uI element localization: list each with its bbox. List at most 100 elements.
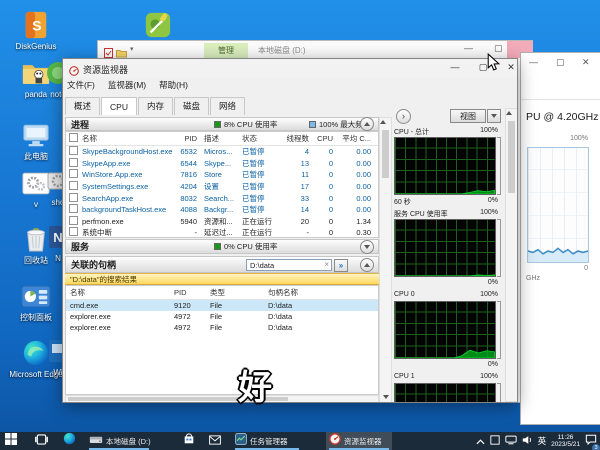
- resource-monitor-window[interactable]: 资源监视器 — ▢ ✕ 文件(F) 监视器(M) 帮助(H) 概述 CPU 内存 磁盘 网络…: [62, 58, 518, 403]
- column-header-3[interactable]: 状态: [242, 133, 284, 144]
- row-select-cell[interactable]: [66, 227, 82, 237]
- tab-内存[interactable]: 内存: [137, 97, 173, 115]
- process-row[interactable]: WinStore.App.exe 7816 Store 已暂停 11 0 0.00: [66, 169, 378, 181]
- horizontal-scrollbar[interactable]: [65, 395, 379, 402]
- column-header-3[interactable]: 句柄名称: [268, 287, 378, 298]
- process-row[interactable]: backgroundTaskHost.exe 4088 Backgr... 已暂停 14…: [66, 204, 378, 216]
- task-manager-window[interactable]: — ▢ ✕ PU @ 4.20GHz 100% 0 GHz: [520, 52, 600, 425]
- handle-row[interactable]: explorer.exe 4972 File D:\data: [66, 322, 378, 333]
- taskman-maximize-icon[interactable]: ▢: [556, 57, 565, 68]
- column-header-2[interactable]: 描述: [204, 133, 242, 144]
- checkbox[interactable]: [69, 146, 78, 156]
- process-row[interactable]: SkypeApp.exe 6544 Skype... 已暂停 13 0 0.00: [66, 157, 378, 170]
- tab-CPU[interactable]: CPU: [101, 97, 137, 115]
- checkbox[interactable]: [69, 204, 78, 214]
- desktop-icon-control-panel[interactable]: 控制面板: [8, 281, 64, 322]
- checkbox[interactable]: [69, 157, 78, 167]
- desktop-icon-diskgenius[interactable]: S DiskGenius: [8, 10, 64, 51]
- taskbar-resource-monitor[interactable]: 资源监视器: [326, 432, 392, 450]
- handles-section-header[interactable]: 关联的句柄 D:\data × »: [65, 256, 379, 273]
- row-select-cell[interactable]: [66, 169, 82, 180]
- graph-title-row: CPU 1 100%: [394, 373, 498, 380]
- speaker-icon[interactable]: [522, 432, 533, 450]
- desktop-icon-this-pc[interactable]: 此电脑: [8, 120, 64, 161]
- scroll-up-icon[interactable]: [506, 111, 512, 115]
- minimize-icon[interactable]: —: [447, 61, 463, 74]
- chevron-down-icon[interactable]: ▾: [130, 45, 134, 53]
- checkbox[interactable]: [69, 192, 78, 202]
- taskbar-task-manager[interactable]: 任务管理器: [232, 432, 302, 450]
- scrollbar-thumb[interactable]: [382, 130, 389, 178]
- process-row[interactable]: SearchApp.exe 8032 Search... 已暂停 33 0 0.00: [66, 192, 378, 204]
- column-header-6[interactable]: 平均 C...: [340, 133, 378, 144]
- checkbox[interactable]: [69, 215, 78, 225]
- collapse-pane-button[interactable]: ›: [396, 109, 411, 124]
- process-row[interactable]: 系统中断 - 延迟过... 正在运行 -0 0.30: [66, 227, 378, 237]
- cell-handle: D:\data: [268, 301, 293, 310]
- tab-磁盘[interactable]: 磁盘: [173, 97, 209, 115]
- clear-search-icon[interactable]: ×: [324, 260, 329, 269]
- close-icon[interactable]: ✕: [503, 61, 517, 74]
- taskbar-start-button[interactable]: [2, 432, 28, 450]
- column-header-4[interactable]: 线程数: [284, 133, 316, 144]
- checkbox[interactable]: [69, 169, 78, 179]
- menu-item-1[interactable]: 监视器(M): [108, 79, 146, 91]
- network-icon[interactable]: [504, 432, 517, 450]
- column-header-2[interactable]: 类型: [210, 287, 268, 298]
- select-all-cell[interactable]: [66, 133, 82, 144]
- row-select-cell[interactable]: [66, 192, 82, 204]
- explorer-minimize-icon[interactable]: —: [464, 43, 473, 53]
- collapse-handles-button[interactable]: [360, 257, 374, 272]
- taskbar-mail[interactable]: [206, 432, 230, 450]
- scrollbar-thumb[interactable]: [508, 121, 515, 193]
- handles-search-input[interactable]: D:\data ×: [246, 259, 332, 271]
- taskman-minimize-icon[interactable]: —: [529, 57, 538, 67]
- processes-section-header[interactable]: 进程 8% CPU 使用率 100% 最大频率: [65, 117, 379, 131]
- explorer-manage-tab[interactable]: 管理: [204, 43, 248, 58]
- row-select-cell[interactable]: [66, 157, 82, 169]
- scroll-down-icon[interactable]: [383, 395, 389, 399]
- input-language-indicator[interactable]: 英: [538, 435, 547, 447]
- scroll-up-icon[interactable]: [380, 120, 386, 124]
- process-row[interactable]: SkypeBackgroundHost.exe 6532 Micros... 已暂停 4…: [66, 146, 378, 158]
- handle-row[interactable]: explorer.exe 4972 File D:\data: [66, 311, 378, 322]
- taskbar-local-disk-d[interactable]: 本地磁盘 (D:): [86, 432, 152, 450]
- taskman-close-icon[interactable]: ✕: [582, 57, 590, 68]
- taskbar-store[interactable]: [180, 432, 204, 450]
- row-select-cell[interactable]: [66, 204, 82, 215]
- title-bar[interactable]: 资源监视器 — ▢ ✕: [63, 59, 517, 77]
- view-dropdown-button[interactable]: [487, 109, 501, 123]
- row-select-cell[interactable]: [66, 146, 82, 157]
- column-header-0[interactable]: 名称: [70, 287, 174, 298]
- touch-keyboard-icon[interactable]: [489, 432, 500, 450]
- expand-services-button[interactable]: [360, 239, 374, 254]
- menu-item-0[interactable]: 文件(F): [67, 79, 95, 91]
- action-center-icon[interactable]: 3: [585, 432, 600, 450]
- row-select-cell[interactable]: [66, 181, 82, 192]
- process-row[interactable]: SystemSettings.exe 4204 设置 已暂停 17 0 0.00: [66, 181, 378, 193]
- row-select-cell[interactable]: [66, 215, 82, 227]
- column-header-5[interactable]: CPU: [316, 134, 340, 143]
- left-pane-scrollbar[interactable]: [379, 117, 392, 402]
- tab-概述[interactable]: 概述: [65, 97, 101, 115]
- tab-网络[interactable]: 网络: [210, 97, 246, 115]
- column-header-1[interactable]: PID: [174, 134, 204, 143]
- column-header-1[interactable]: PID: [174, 288, 210, 297]
- services-section-header[interactable]: 服务 0% CPU 使用率: [65, 239, 379, 254]
- tray-chevron-up-icon[interactable]: [476, 432, 485, 450]
- checkbox[interactable]: [69, 227, 78, 237]
- taskbar-edge[interactable]: [60, 432, 84, 450]
- search-go-button[interactable]: »: [334, 259, 348, 272]
- collapse-processes-button[interactable]: [360, 117, 374, 131]
- process-row[interactable]: perfmon.exe 5940 资源和... 正在运行 20 0 1.34: [66, 215, 378, 228]
- column-header-0[interactable]: 名称: [82, 133, 174, 144]
- handle-row[interactable]: cmd.exe 9120 File D:\data: [66, 300, 378, 311]
- checkbox[interactable]: [69, 133, 78, 142]
- taskbar-task-view-button[interactable]: [32, 432, 56, 450]
- clock[interactable]: 11:26 2023/5/21: [551, 434, 580, 449]
- desktop-icon-label: 控制面板: [20, 313, 52, 322]
- view-button[interactable]: 视图: [450, 109, 486, 123]
- right-pane-scrollbar[interactable]: [505, 108, 517, 402]
- checkbox[interactable]: [69, 181, 78, 191]
- menu-item-2[interactable]: 帮助(H): [159, 79, 188, 91]
